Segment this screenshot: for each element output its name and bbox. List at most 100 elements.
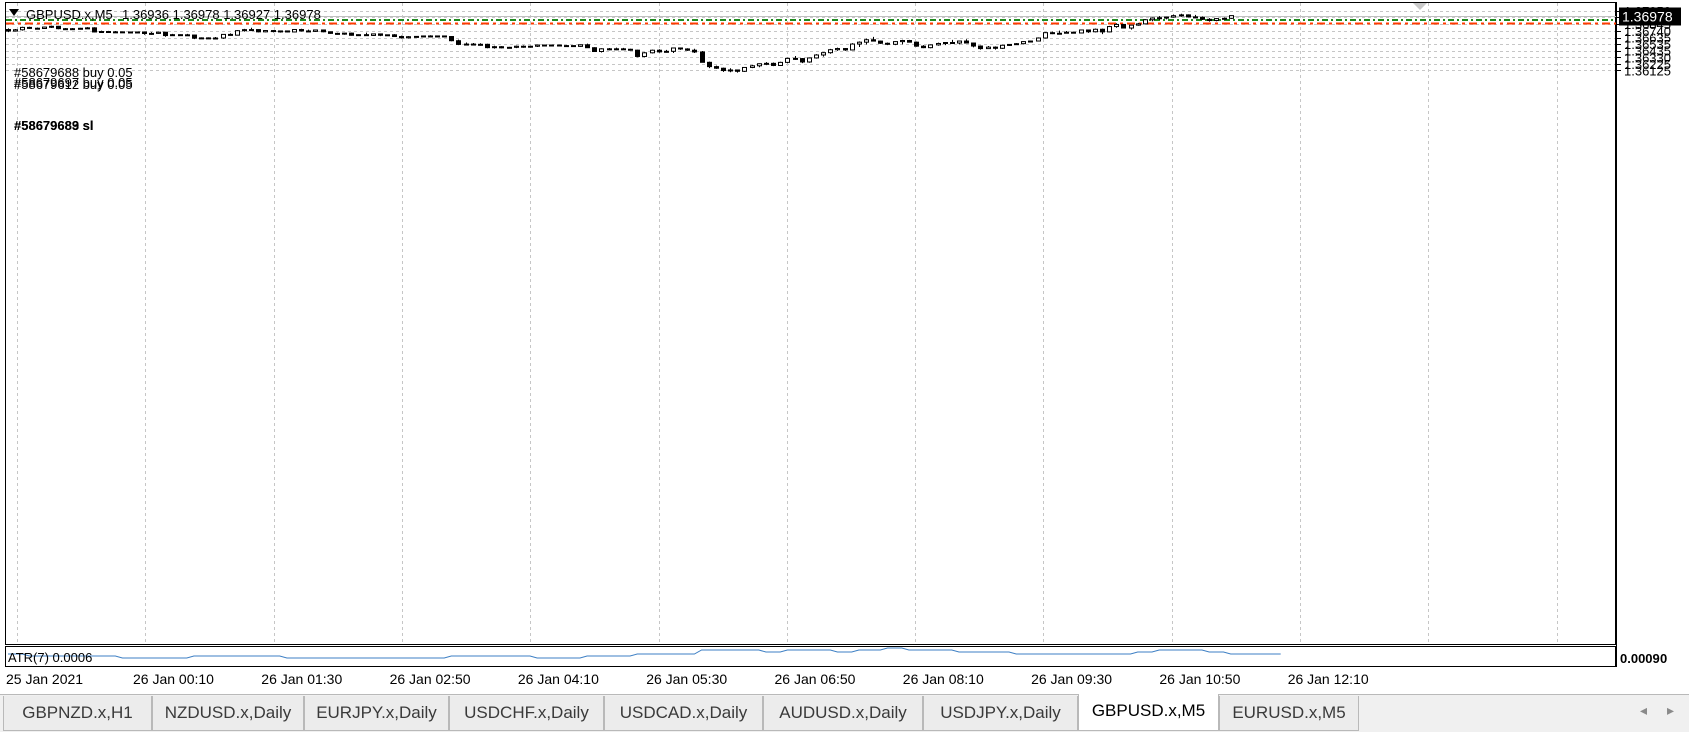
atr-line: [8, 647, 1281, 659]
candle-bull: [99, 31, 104, 34]
candle-bear: [399, 36, 404, 39]
candle-bull: [1214, 18, 1219, 22]
candle-bull: [406, 36, 411, 39]
candle-bull: [535, 44, 540, 47]
candle-bear: [542, 44, 547, 47]
candle-bull: [1021, 41, 1026, 45]
candle-bull: [1179, 14, 1184, 17]
candle-bear: [978, 45, 983, 50]
tab-eurjpy-x-daily[interactable]: EURJPY.x,Daily: [304, 696, 449, 731]
candle-bear: [364, 34, 369, 37]
candle-bear: [27, 26, 32, 29]
tab-nzdusd-x-daily[interactable]: NZDUSD.x,Daily: [152, 696, 304, 731]
candle-bear: [871, 39, 876, 42]
candle-bear: [585, 44, 590, 49]
indicator-label: ATR(7) 0.0006: [8, 650, 92, 665]
candle-bull: [199, 37, 204, 40]
indicator-axis-zero: 0: [1660, 651, 1667, 666]
scroll-left-icon[interactable]: ◂: [1640, 703, 1647, 719]
candle-bull: [156, 31, 161, 34]
candle-bear: [328, 31, 333, 34]
candle-bear: [471, 43, 476, 46]
candle-bull: [928, 44, 933, 49]
candle-bear: [964, 40, 969, 44]
candle-bear: [449, 36, 454, 42]
chart-symbol: GBPUSD.x,M5: [26, 7, 113, 22]
candle-bear: [256, 29, 261, 33]
candle-bull: [864, 39, 869, 43]
candle-bull: [313, 29, 318, 32]
tab-gbpusd-x-m5[interactable]: GBPUSD.x,M5: [1078, 694, 1219, 731]
candle-bull: [1064, 31, 1069, 34]
candle-bear: [557, 44, 562, 47]
candle-bull: [414, 35, 419, 38]
candle-bull: [857, 41, 862, 45]
candle-bear: [92, 27, 97, 33]
candle-bull: [785, 57, 790, 63]
candle-bull: [1079, 29, 1084, 34]
candle-bear: [721, 67, 726, 72]
candle-bull: [1157, 17, 1162, 20]
candle-bull: [528, 45, 533, 48]
candle-bull: [757, 63, 762, 67]
candle-bull: [1000, 44, 1005, 49]
candle-bear: [878, 40, 883, 44]
candle-bull: [507, 46, 512, 49]
tab-eurusd-x-m5[interactable]: EURUSD.x,M5: [1219, 696, 1359, 731]
candle-bear: [592, 47, 597, 53]
candle-bull: [986, 46, 991, 50]
time-axis-labels: 25 Jan 2021 26 Jan 00:10 26 Jan 01:30 26 Ja…: [6, 671, 1369, 687]
candle-bear: [1207, 18, 1212, 22]
triangle-down-icon[interactable]: [9, 9, 19, 16]
candle-bear: [192, 34, 197, 39]
candle-bull: [807, 57, 812, 63]
candle-bear: [349, 32, 354, 36]
candle-bear: [485, 43, 490, 49]
tab-usdchf-x-daily[interactable]: USDCHF.x,Daily: [449, 696, 604, 731]
candle-bear: [206, 37, 211, 40]
chart-ohlc: 1.36936 1.36978 1.36927 1.36978: [122, 7, 321, 22]
scroll-right-icon[interactable]: ▸: [1667, 703, 1674, 719]
candle-bear: [142, 31, 147, 35]
candle-bear: [228, 33, 233, 36]
candle-bull: [1136, 23, 1141, 26]
candle-bull: [957, 40, 962, 44]
candle-bear: [700, 51, 705, 63]
candle-bull: [549, 44, 554, 47]
candle-bull: [213, 37, 218, 40]
candle-bull: [1028, 40, 1033, 43]
time-tick-label: 26 Jan 01:30: [261, 671, 342, 687]
candle-bear: [299, 29, 304, 32]
candle-bull: [671, 47, 676, 52]
tab-usdcad-x-daily[interactable]: USDCAD.x,Daily: [604, 696, 763, 731]
candle-bull: [492, 46, 497, 49]
candle-bull: [1036, 37, 1041, 42]
tab-usdjpy-x-daily[interactable]: USDJPY.x,Daily: [923, 696, 1078, 731]
candle-bear: [178, 34, 183, 37]
candle-bear: [120, 31, 125, 34]
candle-bull: [728, 69, 733, 72]
candle-bear: [321, 29, 326, 33]
chart-shift-marker-icon[interactable]: [1413, 3, 1427, 10]
current-price-tag-text: 1.36978: [1622, 9, 1673, 25]
candle-bull: [828, 49, 833, 54]
candle-bull: [421, 35, 426, 38]
candle-bull: [1114, 23, 1119, 28]
candle-bull: [49, 25, 54, 28]
candle-bull: [1014, 43, 1019, 46]
candle-bull: [599, 48, 604, 53]
candle-bull: [342, 32, 347, 35]
indicator-axis-value: 0.0009: [1620, 651, 1660, 666]
candle-bull: [778, 61, 783, 66]
time-tick-label: 26 Jan 06:50: [775, 671, 856, 687]
time-tick-label: 26 Jan 02:50: [390, 671, 471, 687]
candle-bear: [306, 30, 311, 33]
candle-bear: [128, 31, 133, 34]
candle-bull: [371, 33, 376, 36]
candle-bear: [185, 34, 190, 37]
candle-bull: [435, 35, 440, 38]
price-chart[interactable]: 1.370501.369501.368451.367401.366351.365…: [0, 0, 1689, 732]
candle-bear: [635, 49, 640, 57]
tab-gbpnzd-x-h1[interactable]: GBPNZD.x,H1: [3, 696, 152, 731]
tab-audusd-x-daily[interactable]: AUDUSD.x,Daily: [763, 696, 923, 731]
